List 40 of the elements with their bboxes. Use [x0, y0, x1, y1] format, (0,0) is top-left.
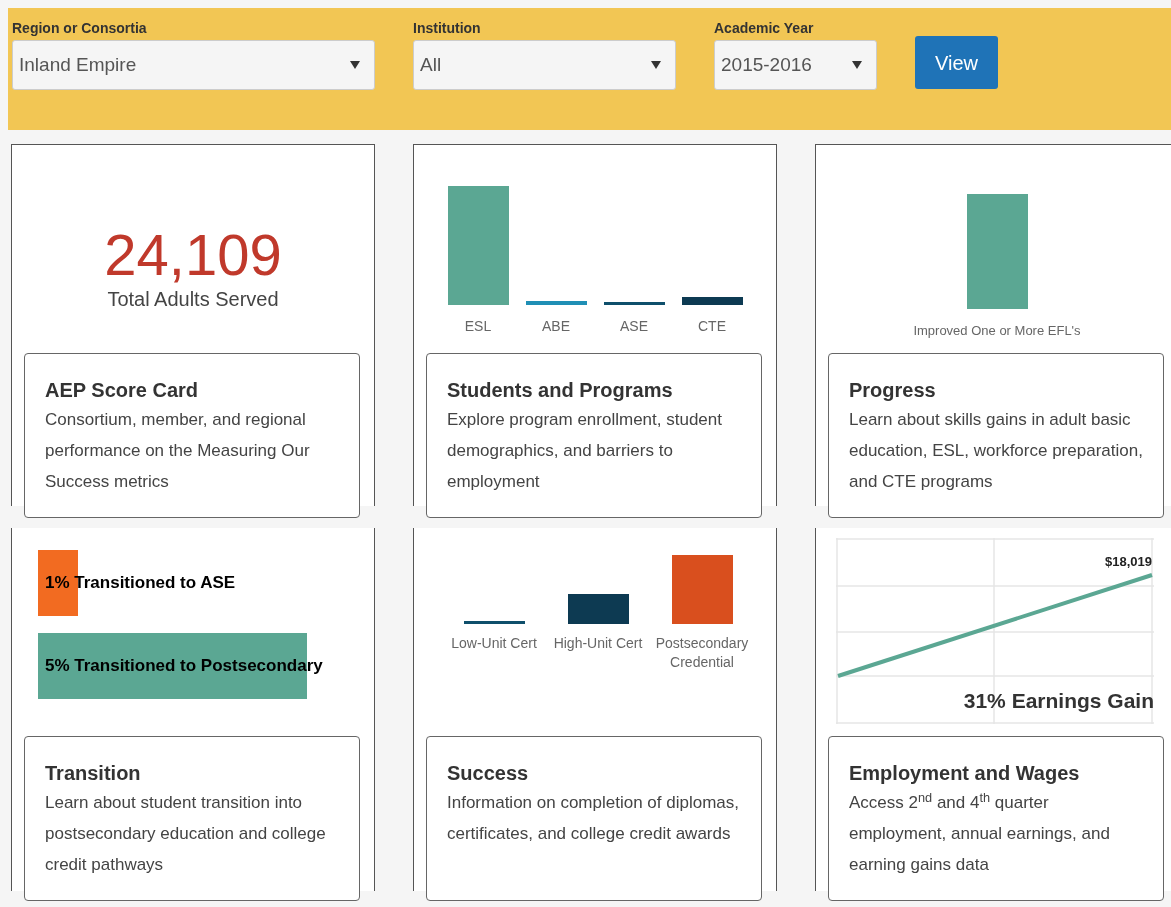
filter-label: Institution [413, 20, 482, 37]
card-title: Transition [45, 761, 142, 786]
bar-label: ABE [542, 317, 570, 336]
tile-card[interactable]: Employment and Wages Access 2$^{nd}$ and 4$^{th}$ quarter employment, annual earnings, and earning gains data [828, 736, 1164, 901]
card-description: Learn about skills gains in adult basic education, ESL, workforce preparation, and CTE programs [849, 409, 1143, 493]
card-description: Information on completion of diplomas, certificates, and college credit awards [447, 792, 740, 845]
filter-label: Academic Year [714, 20, 815, 37]
bar-label: Postsecondary Credential [654, 634, 750, 672]
card-description: Explore program enrollment, student demographics, and barriers to employment [447, 409, 723, 493]
card-title: Progress [849, 378, 937, 403]
tile-card[interactable]: Transition Learn about student transition into postsecondary education and college credit pathways [24, 736, 360, 901]
caret-icon [350, 61, 360, 69]
tile-card[interactable]: AEP Score Card Consortium, member, and regional performance on the Measuring Our Success metrics [24, 353, 360, 518]
select-field[interactable]: Inland Empire [12, 40, 375, 90]
card-title: Employment and Wages [849, 761, 1081, 786]
card-description: Consortium, member, and regional performance on the Measuring Our Success metrics [45, 409, 311, 493]
view-button[interactable]: View [915, 36, 998, 89]
value-label: $18,019 [1105, 553, 1152, 571]
total-number: 24,109 [104, 223, 282, 287]
bar-label: CTE [698, 317, 726, 336]
select-field[interactable]: All [413, 40, 676, 90]
bar-label: Improved One or More EFL's [913, 322, 1081, 340]
bar-label: Low-Unit Cert [450, 634, 538, 653]
caret-icon [651, 61, 661, 69]
tile-card[interactable]: Students and Programs Explore program enrollment, student demographics, and barriers to employment [426, 353, 762, 518]
card-title: Students and Programs [447, 378, 674, 403]
total-caption: Total Adults Served [107, 287, 279, 311]
bar-label: ASE [620, 317, 648, 336]
tile-card[interactable]: Progress Learn about skills gains in adult basic education, ESL, workforce preparation, and CTE programs [828, 353, 1164, 518]
earnings-gain: 31% Earnings Gain [963, 688, 1154, 714]
tile-card[interactable]: Success Information on completion of diplomas, certificates, and college credit awards [426, 736, 762, 901]
select-field[interactable]: 2015-2016 [714, 40, 877, 90]
card-title: AEP Score Card [45, 378, 200, 403]
caret-icon [852, 61, 862, 69]
filter-label: Region or Consortia [12, 20, 148, 37]
card-description: Learn about student transition into postsecondary education and college credit pathways [45, 792, 327, 876]
bar-label: ESL [464, 317, 492, 336]
card-description: Access 2$^{nd}$ and 4$^{th}$ quarter employment, annual earnings, and earning gains data [849, 788, 1111, 876]
card-title: Success [447, 761, 530, 786]
bar-label: High-Unit Cert [552, 634, 644, 653]
